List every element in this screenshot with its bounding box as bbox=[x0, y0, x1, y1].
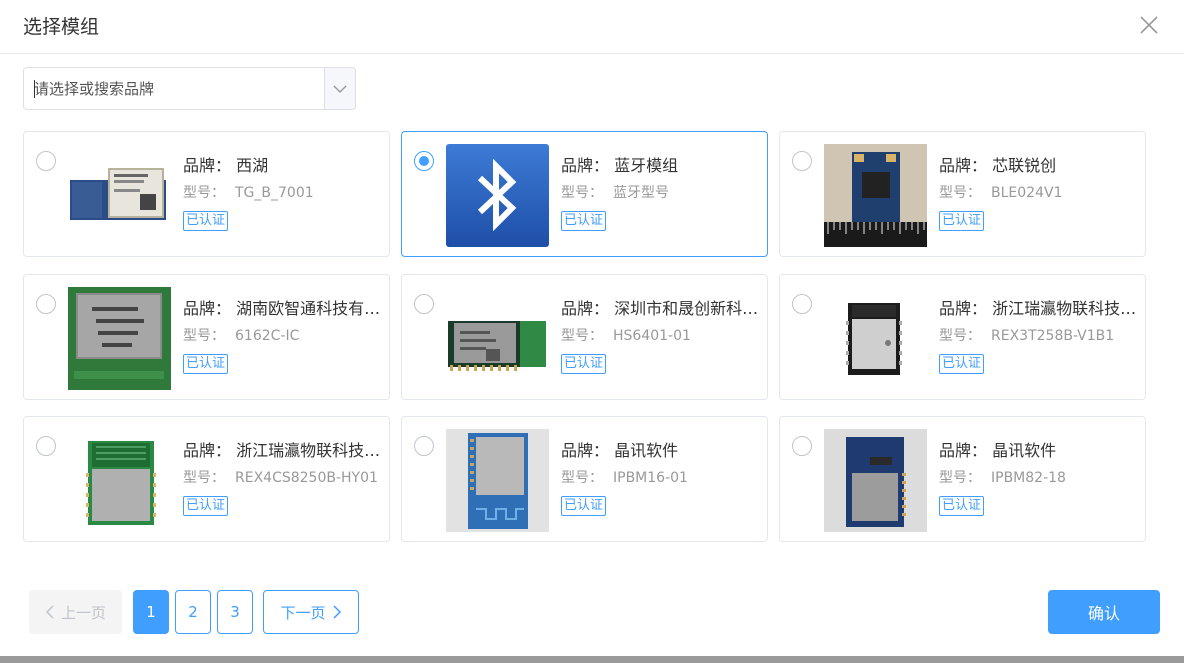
module-info: 品牌： 蓝牙模组 型号： 蓝牙型号 已认证 bbox=[561, 154, 761, 231]
module-photo bbox=[824, 144, 927, 247]
module-card[interactable]: 品牌： 浙江瑞瀛物联科技有限公司 型号：REX3T258B-V1B1 已认证 bbox=[779, 274, 1146, 400]
module-model: 型号： HS6401-01 bbox=[561, 328, 691, 344]
module-card[interactable]: 品牌： 浙江瑞瀛物联科技有限公司 型号：REX4CS8250B-HY01 已认证 bbox=[23, 416, 390, 542]
module-radio[interactable] bbox=[414, 151, 434, 171]
dialog-title: 选择模组 bbox=[23, 16, 100, 38]
module-radio[interactable] bbox=[792, 436, 812, 456]
module-info: 品牌： 深圳市和晟创新科技有限公司 型号：HS6401-01 已认证 bbox=[561, 297, 761, 374]
certified-badge: 已认证 bbox=[183, 211, 229, 231]
module-brand: 品牌： 西湖 bbox=[183, 156, 269, 175]
module-card[interactable]: 品牌： 西湖 型号： TG_B_7001 已认证 bbox=[23, 131, 390, 257]
certified-badge: 已认证 bbox=[939, 211, 985, 231]
module-info: 品牌： 湖南欧智通科技有限公司 型号：6162C-IC 已认证 bbox=[183, 297, 383, 374]
module-photo bbox=[824, 287, 927, 390]
module-info: 品牌： 浙江瑞瀛物联科技有限公司 型号：REX4CS8250B-HY01 已认证 bbox=[183, 439, 383, 516]
module-model: 型号： REX4CS8250B-HY01 bbox=[183, 470, 378, 486]
module-card-selected[interactable]: 品牌： 蓝牙模组 型号： 蓝牙型号 已认证 bbox=[401, 131, 768, 257]
certified-badge: 已认证 bbox=[939, 496, 985, 516]
module-photo bbox=[446, 287, 549, 390]
module-info: 品牌： 西湖 型号： TG_B_7001 已认证 bbox=[183, 154, 383, 231]
brand-select[interactable] bbox=[23, 67, 356, 110]
module-brand: 品牌： 晶讯软件 bbox=[561, 441, 679, 460]
module-photo bbox=[446, 429, 549, 532]
module-model: 型号： IPBM16-01 bbox=[561, 470, 688, 486]
module-info: 品牌： 浙江瑞瀛物联科技有限公司 型号：REX3T258B-V1B1 已认证 bbox=[939, 297, 1139, 374]
close-icon[interactable] bbox=[1138, 14, 1160, 36]
certified-badge: 已认证 bbox=[183, 496, 229, 516]
certified-badge: 已认证 bbox=[561, 211, 607, 231]
module-model: 型号： 6162C-IC bbox=[183, 328, 300, 344]
text-cursor bbox=[34, 80, 35, 98]
module-radio[interactable] bbox=[36, 436, 56, 456]
background-overlay-edge bbox=[0, 656, 1184, 663]
module-photo bbox=[68, 144, 171, 247]
module-photo bbox=[68, 287, 171, 390]
module-brand: 品牌： 湖南欧智通科技有限公司 bbox=[183, 299, 383, 318]
module-model: 型号： 蓝牙型号 bbox=[561, 185, 669, 201]
module-brand: 品牌： 浙江瑞瀛物联科技有限公司 bbox=[939, 299, 1139, 318]
confirm-button[interactable]: 确认 bbox=[1048, 590, 1160, 634]
module-radio[interactable] bbox=[36, 151, 56, 171]
module-model: 型号： BLE024V1 bbox=[939, 185, 1063, 201]
module-model: 型号： IPBM82-18 bbox=[939, 470, 1066, 486]
module-brand: 品牌： 浙江瑞瀛物联科技有限公司 bbox=[183, 441, 383, 460]
page-button-3[interactable]: 3 bbox=[217, 590, 253, 634]
module-model: 型号： TG_B_7001 bbox=[183, 185, 314, 201]
certified-badge: 已认证 bbox=[183, 354, 229, 374]
module-brand: 品牌： 芯联锐创 bbox=[939, 156, 1057, 175]
select-module-dialog: 选择模组 请选择或搜索品牌 品牌： 西湖 型号： TG_B_7001 已认证 品… bbox=[0, 0, 1184, 663]
module-card[interactable]: 品牌： 芯联锐创 型号： BLE024V1 已认证 bbox=[779, 131, 1146, 257]
next-page-button[interactable]: 下一页 bbox=[263, 590, 359, 634]
module-card[interactable]: 品牌： 晶讯软件 型号： IPBM16-01 已认证 bbox=[401, 416, 768, 542]
module-card[interactable]: 品牌： 深圳市和晟创新科技有限公司 型号：HS6401-01 已认证 bbox=[401, 274, 768, 400]
dialog-header: 选择模组 bbox=[0, 0, 1184, 54]
brand-search-input[interactable] bbox=[34, 77, 314, 101]
module-brand: 品牌： 深圳市和晟创新科技有限公司 bbox=[561, 299, 761, 318]
certified-badge: 已认证 bbox=[561, 496, 607, 516]
page-button-2[interactable]: 2 bbox=[175, 590, 211, 634]
certified-badge: 已认证 bbox=[561, 354, 607, 374]
certified-badge: 已认证 bbox=[939, 354, 985, 374]
prev-page-button[interactable]: 上一页 bbox=[29, 590, 122, 634]
module-info: 品牌： 晶讯软件 型号： IPBM16-01 已认证 bbox=[561, 439, 761, 516]
module-radio[interactable] bbox=[792, 294, 812, 314]
module-photo bbox=[824, 429, 927, 532]
page-button-1[interactable]: 1 bbox=[133, 590, 169, 634]
module-radio[interactable] bbox=[792, 151, 812, 171]
module-card[interactable]: 品牌： 湖南欧智通科技有限公司 型号：6162C-IC 已认证 bbox=[23, 274, 390, 400]
module-info: 品牌： 芯联锐创 型号： BLE024V1 已认证 bbox=[939, 154, 1139, 231]
module-photo bbox=[68, 429, 171, 532]
module-brand: 品牌： 蓝牙模组 bbox=[561, 156, 679, 175]
module-info: 品牌： 晶讯软件 型号： IPBM82-18 已认证 bbox=[939, 439, 1139, 516]
chevron-down-icon[interactable] bbox=[324, 68, 355, 109]
module-radio[interactable] bbox=[414, 294, 434, 314]
chevron-right-icon bbox=[332, 605, 341, 619]
module-radio[interactable] bbox=[36, 294, 56, 314]
chevron-left-icon bbox=[45, 605, 54, 619]
module-model: 型号： REX3T258B-V1B1 bbox=[939, 328, 1115, 344]
module-card[interactable]: 品牌： 晶讯软件 型号： IPBM82-18 已认证 bbox=[779, 416, 1146, 542]
bluetooth-icon bbox=[446, 144, 549, 247]
module-radio[interactable] bbox=[414, 436, 434, 456]
module-brand: 品牌： 晶讯软件 bbox=[939, 441, 1057, 460]
